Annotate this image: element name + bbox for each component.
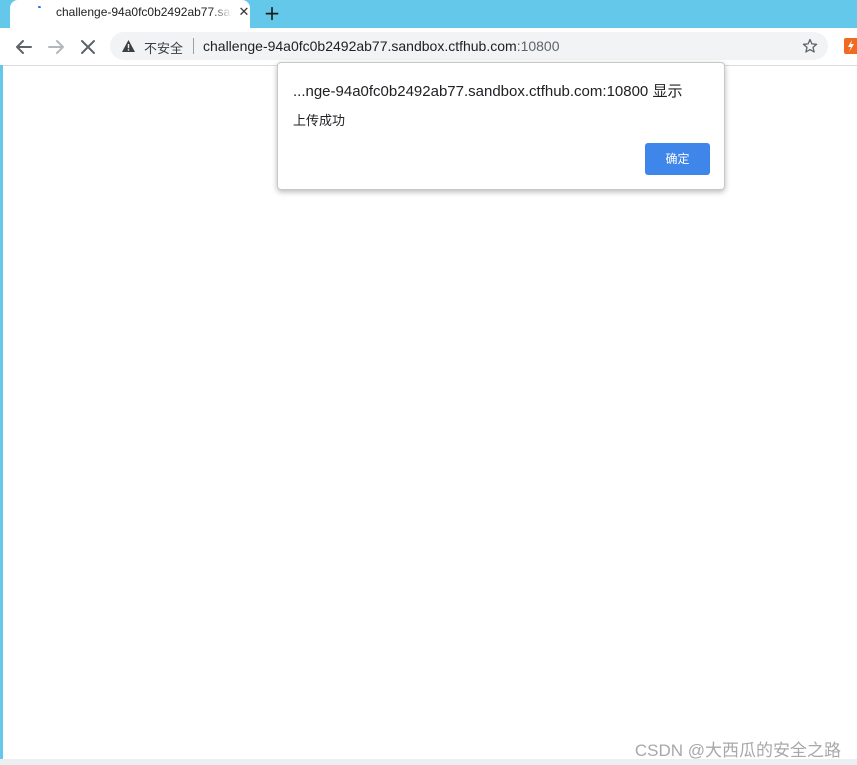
url-port: :10800 (516, 38, 560, 54)
star-icon[interactable] (802, 38, 818, 54)
security-label[interactable]: 不安全 (144, 38, 183, 57)
watermark: CSDN @大西瓜的安全之路 (634, 741, 841, 760)
back-arrow-icon[interactable] (13, 36, 35, 58)
url-separator (193, 38, 194, 54)
flash-icon (848, 40, 854, 52)
close-icon[interactable]: ✕ (236, 5, 252, 21)
alert-dialog: ...nge-94a0fc0b2492ab77.sandbox.ctfhub.c… (277, 62, 725, 190)
tab-title: challenge-94a0fc0b2492ab77.sandbox.ctfhu… (56, 5, 232, 19)
new-tab-button[interactable]: + (262, 3, 282, 23)
forward-arrow-icon[interactable] (45, 36, 67, 58)
dialog-message: 上传成功 (293, 113, 346, 128)
stop-loading-icon[interactable] (77, 36, 99, 58)
tab-strip: challenge-94a0fc0b2492ab77.sandbox.ctfhu… (0, 0, 857, 28)
extension-icon[interactable] (844, 38, 857, 54)
browser-window: challenge-94a0fc0b2492ab77.sandbox.ctfhu… (0, 0, 857, 765)
window-left-edge (0, 65, 3, 765)
url-host: challenge-94a0fc0b2492ab77.sandbox.ctfhu… (203, 38, 517, 54)
address-bar[interactable]: 不安全 challenge-94a0fc0b2492ab77.sandbox.c… (110, 32, 828, 60)
warning-triangle-icon[interactable] (121, 39, 136, 53)
loading-spinner-icon (38, 6, 41, 9)
browser-tab[interactable]: challenge-94a0fc0b2492ab77.sandbox.ctfhu… (10, 0, 250, 28)
url-text[interactable]: challenge-94a0fc0b2492ab77.sandbox.ctfhu… (203, 38, 560, 54)
ok-button[interactable]: 确定 (645, 143, 710, 175)
browser-toolbar: 不安全 challenge-94a0fc0b2492ab77.sandbox.c… (0, 28, 857, 66)
dialog-title: ...nge-94a0fc0b2492ab77.sandbox.ctfhub.c… (293, 83, 683, 100)
